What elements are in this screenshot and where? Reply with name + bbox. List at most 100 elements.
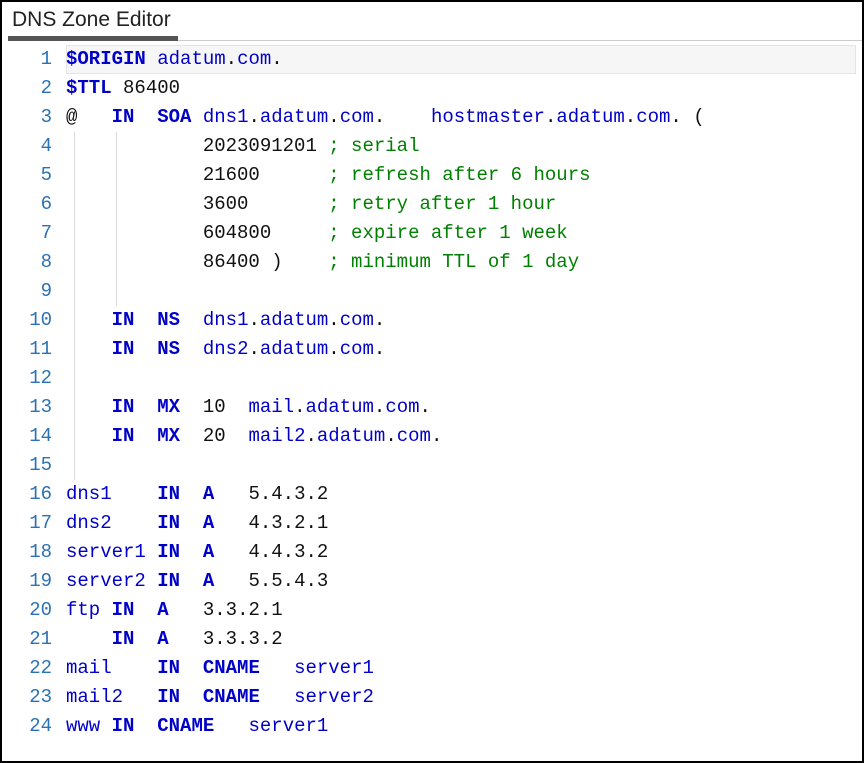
- token-kw: IN: [112, 599, 135, 621]
- line-number: 12: [2, 364, 52, 393]
- code-line[interactable]: IN A 3.3.3.2: [66, 625, 862, 654]
- line-number: 11: [2, 335, 52, 364]
- code-line[interactable]: 2023091201 ; serial: [66, 132, 862, 161]
- code-line[interactable]: [66, 451, 862, 480]
- token-cmt: ; refresh after 6 hours: [328, 164, 590, 186]
- token-plain: 3.3.3.2: [169, 628, 283, 650]
- token-host: mail: [66, 657, 112, 679]
- token-host: adatum: [305, 396, 373, 418]
- code-area[interactable]: $ORIGIN adatum.com.$TTL 86400@ IN SOA dn…: [66, 45, 862, 761]
- token-host: adatum: [556, 106, 624, 128]
- line-number: 14: [2, 422, 52, 451]
- line-number: 13: [2, 393, 52, 422]
- token-kw: A: [203, 570, 214, 592]
- token-plain: [66, 280, 77, 302]
- token-host: adatum: [317, 425, 385, 447]
- token-plain: 3600: [66, 193, 328, 215]
- token-plain: 604800: [66, 222, 328, 244]
- code-line[interactable]: IN NS dns1.adatum.com.: [66, 306, 862, 335]
- line-number: 8: [2, 248, 52, 277]
- token-host: dns1: [203, 106, 249, 128]
- code-line[interactable]: IN MX 10 mail.adatum.com.: [66, 393, 862, 422]
- token-plain: @: [66, 106, 112, 128]
- token-plain: [134, 106, 157, 128]
- token-kw: MX: [157, 425, 180, 447]
- app-window: DNS Zone Editor 123456789101112131415161…: [0, 0, 864, 763]
- token-kw: $ORIGIN: [66, 48, 146, 70]
- token-host: ftp: [66, 599, 100, 621]
- token-kw: A: [203, 483, 214, 505]
- token-plain: [100, 715, 111, 737]
- token-host: server2: [294, 686, 374, 708]
- code-line[interactable]: dns2 IN A 4.3.2.1: [66, 509, 862, 538]
- token-plain: [66, 628, 112, 650]
- token-plain: [66, 425, 112, 447]
- window-title: DNS Zone Editor: [2, 2, 862, 36]
- token-plain: [134, 338, 157, 360]
- token-plain: [112, 77, 123, 99]
- token-host: server1: [66, 541, 146, 563]
- token-plain: [100, 599, 111, 621]
- token-kw: IN: [112, 338, 135, 360]
- token-plain: 3.3.2.1: [169, 599, 283, 621]
- line-number: 22: [2, 654, 52, 683]
- token-host: adatum: [260, 338, 328, 360]
- code-line[interactable]: @ IN SOA dns1.adatum.com. hostmaster.ada…: [66, 103, 862, 132]
- token-host: server1: [294, 657, 374, 679]
- token-plain: [112, 657, 158, 679]
- token-host: dns1: [203, 309, 249, 331]
- token-kw: IN: [157, 541, 180, 563]
- token-kw: SOA: [157, 106, 191, 128]
- token-plain: 4.3.2.1: [214, 512, 328, 534]
- token-plain: . (: [670, 106, 704, 128]
- token-kw: CNAME: [157, 715, 214, 737]
- code-line[interactable]: 604800 ; expire after 1 week: [66, 219, 862, 248]
- code-line[interactable]: [66, 277, 862, 306]
- code-line[interactable]: server2 IN A 5.5.4.3: [66, 567, 862, 596]
- token-plain: [260, 686, 294, 708]
- code-line[interactable]: $ORIGIN adatum.com.: [66, 45, 862, 74]
- code-line[interactable]: IN NS dns2.adatum.com.: [66, 335, 862, 364]
- token-plain: 2023091201: [66, 135, 328, 157]
- token-plain: [134, 599, 157, 621]
- token-plain: .: [248, 309, 259, 331]
- code-line[interactable]: 21600 ; refresh after 6 hours: [66, 161, 862, 190]
- token-plain: [146, 570, 157, 592]
- token-cmt: ; retry after 1 hour: [328, 193, 556, 215]
- token-host: dns2: [203, 338, 249, 360]
- token-kw: CNAME: [203, 686, 260, 708]
- token-plain: [134, 309, 157, 331]
- token-kw: NS: [157, 309, 180, 331]
- token-plain: .: [271, 48, 282, 70]
- token-plain: [180, 338, 203, 360]
- code-line[interactable]: [66, 364, 862, 393]
- code-line[interactable]: ftp IN A 3.3.2.1: [66, 596, 862, 625]
- token-plain: 86400: [123, 77, 180, 99]
- token-plain: [66, 338, 112, 360]
- code-line[interactable]: IN MX 20 mail2.adatum.com.: [66, 422, 862, 451]
- token-kw: IN: [112, 715, 135, 737]
- line-number: 6: [2, 190, 52, 219]
- code-line[interactable]: server1 IN A 4.4.3.2: [66, 538, 862, 567]
- token-host: com: [385, 396, 419, 418]
- token-plain: [134, 425, 157, 447]
- code-editor[interactable]: 123456789101112131415161718192021222324 …: [2, 41, 862, 761]
- token-host: mail2: [248, 425, 305, 447]
- line-number: 3: [2, 103, 52, 132]
- token-plain: [112, 512, 158, 534]
- code-line[interactable]: 86400 ) ; minimum TTL of 1 day: [66, 248, 862, 277]
- token-plain: [112, 483, 158, 505]
- code-line[interactable]: dns1 IN A 5.4.3.2: [66, 480, 862, 509]
- token-plain: [146, 48, 157, 70]
- code-line[interactable]: www IN CNAME server1: [66, 712, 862, 741]
- token-plain: .: [374, 396, 385, 418]
- token-plain: [134, 396, 157, 418]
- code-line[interactable]: mail IN CNAME server1: [66, 654, 862, 683]
- token-host: mail2: [66, 686, 123, 708]
- token-plain: 86400 ): [66, 251, 328, 273]
- token-plain: [214, 715, 248, 737]
- line-number: 4: [2, 132, 52, 161]
- code-line[interactable]: 3600 ; retry after 1 hour: [66, 190, 862, 219]
- code-line[interactable]: mail2 IN CNAME server2: [66, 683, 862, 712]
- code-line[interactable]: $TTL 86400: [66, 74, 862, 103]
